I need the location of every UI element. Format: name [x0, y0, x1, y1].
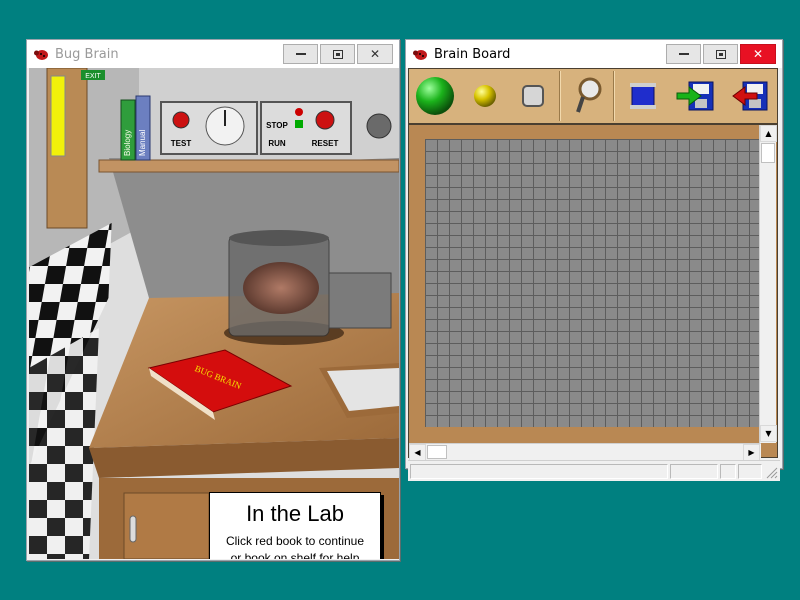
- scroll-right-button[interactable]: ▶: [743, 444, 760, 461]
- test-button[interactable]: [172, 111, 190, 129]
- scene-heading: In the Lab: [246, 501, 344, 526]
- scene-caption: In the Lab Click red book to continue or…: [209, 492, 381, 559]
- minimize-icon: [678, 53, 689, 55]
- yellow-ball-icon: [474, 85, 496, 107]
- status-bar: [408, 460, 780, 481]
- blue-spool-icon: [630, 83, 656, 109]
- minimize-button[interactable]: [283, 44, 318, 64]
- red-arrow-disk-icon: [732, 81, 768, 111]
- bug-brain-window: Bug Brain ✕ EXIT Biology Manual TEST STO…: [26, 39, 400, 561]
- down-arrow-icon: ▼: [765, 429, 772, 438]
- status-pane-4: [738, 464, 762, 479]
- scroll-left-button[interactable]: ◀: [409, 444, 426, 461]
- probe-tool[interactable]: [565, 69, 609, 123]
- lab-scene-graphic: EXIT Biology Manual TEST STOP RUN RESET …: [29, 68, 399, 559]
- resize-grip-icon[interactable]: [766, 467, 778, 479]
- book-manual-label: Manual: [138, 130, 147, 156]
- reset-button[interactable]: [315, 110, 335, 130]
- close-icon: ✕: [752, 47, 764, 61]
- reset-label: RESET: [312, 139, 339, 148]
- bug-logo-icon: [413, 50, 427, 60]
- green-neuron-tool[interactable]: [413, 69, 457, 123]
- lab-scene[interactable]: EXIT Biology Manual TEST STOP RUN RESET …: [29, 68, 399, 559]
- status-pane-3: [720, 464, 736, 479]
- run-label: RUN: [268, 139, 286, 148]
- brain-board-titlebar[interactable]: Brain Board ✕: [406, 40, 782, 68]
- scroll-down-button[interactable]: ▼: [760, 425, 777, 442]
- green-ball-icon: [416, 77, 454, 115]
- maximize-button[interactable]: [703, 44, 738, 64]
- status-pane-2: [670, 464, 718, 479]
- bug-logo-icon: [34, 50, 48, 60]
- brain-board-canvas: ▲ ▼ ◀ ▶: [408, 124, 778, 461]
- bug-brain-titlebar[interactable]: Bug Brain ✕: [27, 40, 399, 68]
- left-arrow-icon: ◀: [414, 448, 421, 457]
- minimize-icon: [295, 53, 306, 55]
- close-button[interactable]: ✕: [357, 44, 393, 64]
- book-biology-label: Biology: [123, 130, 132, 156]
- vertical-scrollbar[interactable]: ▲ ▼: [759, 125, 777, 443]
- window-title: Bug Brain: [55, 46, 119, 62]
- scroll-up-button[interactable]: ▲: [760, 125, 777, 142]
- brain-jar: [224, 230, 344, 345]
- horizontal-scrollbar[interactable]: ◀ ▶: [409, 443, 761, 461]
- maximize-icon: [715, 49, 726, 59]
- wire-tool[interactable]: [621, 69, 665, 123]
- brain-image: [243, 262, 319, 314]
- circuit-grid[interactable]: [425, 139, 761, 427]
- maximize-button[interactable]: [320, 44, 355, 64]
- help-books[interactable]: Biology Manual: [120, 95, 151, 161]
- up-arrow-icon: ▲: [765, 129, 772, 138]
- minimize-button[interactable]: [666, 44, 701, 64]
- scene-instruction-1: Click red book to continue: [225, 534, 365, 548]
- test-label: TEST: [171, 139, 192, 148]
- green-arrow-disk-icon: [676, 81, 714, 111]
- speaker-icon: [366, 113, 392, 139]
- scene-instruction-2: or book on shelf for help: [230, 551, 360, 559]
- vertical-scroll-thumb[interactable]: [761, 143, 775, 163]
- maximize-icon: [332, 49, 343, 59]
- yellow-neuron-tool[interactable]: [465, 69, 505, 123]
- tool-palette: [408, 68, 778, 124]
- magnifier-icon: [576, 77, 602, 113]
- save-board-button[interactable]: [725, 69, 773, 123]
- exit-sign-text: EXIT: [85, 73, 101, 80]
- close-icon: ✕: [369, 47, 381, 61]
- close-button[interactable]: ✕: [740, 44, 776, 64]
- stop-label: STOP: [266, 121, 288, 130]
- horizontal-scroll-thumb[interactable]: [427, 445, 447, 459]
- gray-block-tool[interactable]: [513, 69, 553, 123]
- gray-square-icon: [522, 85, 544, 107]
- load-board-button[interactable]: [671, 69, 719, 123]
- window-title: Brain Board: [434, 46, 511, 62]
- brain-board-window: Brain Board ✕ ▲ ▼ ◀ ▶: [405, 39, 783, 481]
- right-arrow-icon: ▶: [748, 448, 755, 457]
- status-pane-main: [410, 464, 668, 479]
- toolbar-separator: [613, 71, 615, 121]
- toolbar-separator: [559, 71, 561, 121]
